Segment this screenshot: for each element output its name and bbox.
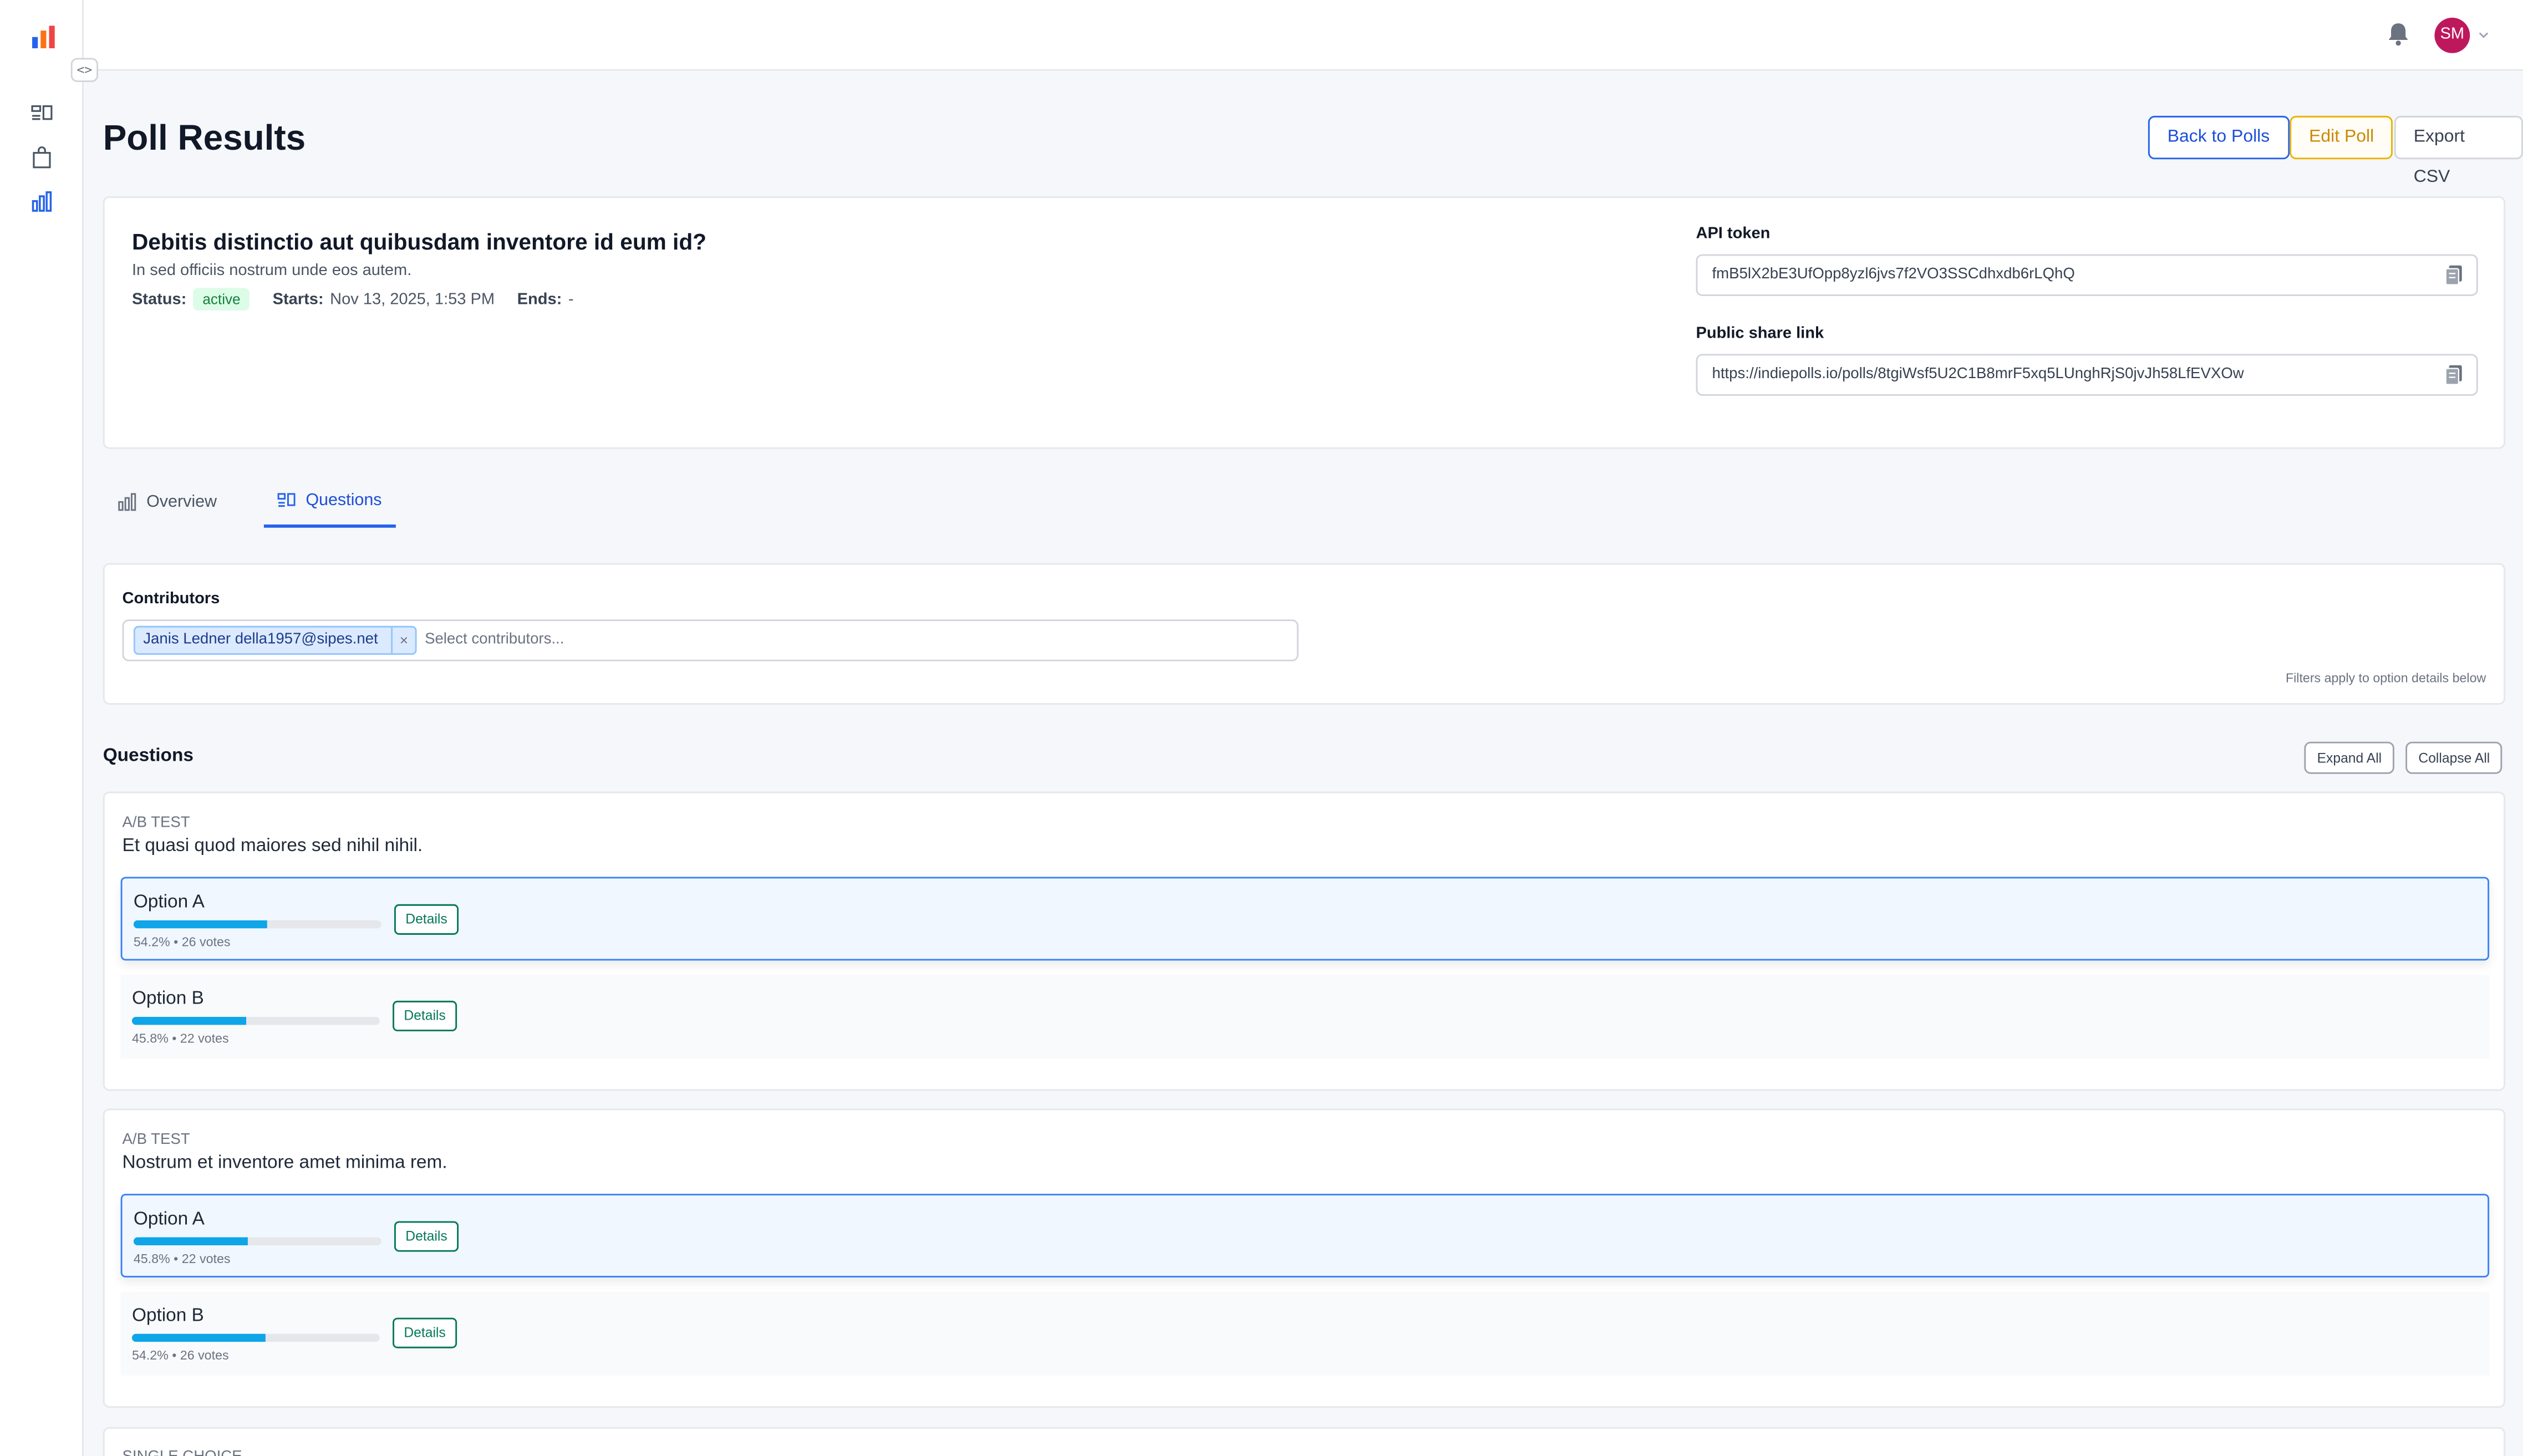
topbar: SM	[83, 0, 2523, 71]
tab-overview[interactable]: Overview	[105, 476, 230, 528]
question-text: Nostrum et inventore amet minima rem.	[122, 1153, 447, 1173]
api-token-field[interactable]: fmB5lX2bE3UfOpp8yzl6jvs7f2VO3SSCdhxdb6rL…	[1696, 254, 2478, 296]
collapse-all-button[interactable]: Collapse All	[2405, 741, 2503, 774]
contributors-card: Contributors Janis Ledner della1957@sipe…	[103, 563, 2506, 705]
option-stat: 54.2% • 26 votes	[133, 934, 231, 950]
chevron-down-icon[interactable]	[2478, 30, 2489, 40]
vote-bar	[131, 1333, 380, 1342]
expand-all-button[interactable]: Expand All	[2304, 741, 2395, 774]
contributor-chip: Janis Ledner della1957@sipes.net ×	[133, 625, 417, 655]
vote-bar-fill	[131, 1333, 267, 1342]
question-type: SINGLE CHOICE	[123, 1448, 242, 1456]
option-label: Option B	[131, 1306, 204, 1326]
poll-question: Debitis distinctio aut quibusdam invento…	[131, 228, 706, 254]
vote-bar-fill	[133, 920, 268, 929]
chart-icon[interactable]	[30, 190, 53, 212]
edit-poll-button[interactable]: Edit Poll	[2290, 115, 2394, 160]
contributors-label: Contributors	[122, 590, 220, 608]
poll-meta: Status: active Starts: Nov 13, 2025, 1:5…	[131, 288, 574, 311]
bell-icon[interactable]	[2386, 21, 2410, 47]
status-badge: active	[192, 288, 251, 311]
question-card: SINGLE CHOICE	[103, 1427, 2506, 1456]
questions-icon[interactable]	[30, 101, 53, 124]
option-row[interactable]: Option B 54.2% • 26 votes Details	[120, 1292, 2490, 1376]
question-card: A/B TEST Et quasi quod maiores sed nihil…	[103, 791, 2506, 1091]
starts-label: Starts:	[272, 290, 324, 308]
copy-icon[interactable]	[2444, 364, 2464, 386]
ends-value: -	[568, 290, 574, 308]
vote-bar	[131, 1016, 380, 1025]
ends-label: Ends:	[517, 290, 562, 308]
option-row[interactable]: Option B 45.8% • 22 votes Details	[120, 975, 2490, 1059]
details-button[interactable]: Details	[394, 904, 459, 935]
sidebar	[0, 0, 84, 1456]
filter-note: Filters apply to option details below	[2285, 671, 2486, 686]
page-title: Poll Results	[103, 117, 306, 158]
copy-icon[interactable]	[2444, 264, 2464, 287]
option-stat: 45.8% • 22 votes	[131, 1031, 229, 1046]
vote-bar	[133, 1237, 381, 1245]
chip-remove-button[interactable]: ×	[391, 627, 415, 654]
option-stat: 45.8% • 22 votes	[133, 1251, 231, 1266]
details-button[interactable]: Details	[394, 1221, 459, 1252]
option-label: Option A	[133, 893, 205, 913]
vote-bar-fill	[133, 1237, 247, 1245]
share-link-value: https://indiepolls.io/polls/8tgiWsf5U2C1…	[1712, 365, 2244, 383]
option-row[interactable]: Option A 54.2% • 26 votes Details	[120, 877, 2490, 961]
sidebar-toggle-button[interactable]: <>	[70, 58, 99, 82]
status-label: Status:	[131, 290, 187, 308]
vote-bar	[133, 920, 381, 929]
vote-bar-fill	[131, 1016, 246, 1025]
bar-chart-icon	[118, 493, 136, 511]
share-link-field[interactable]: https://indiepolls.io/polls/8tgiWsf5U2C1…	[1696, 354, 2478, 396]
contributors-placeholder: Select contributors...	[425, 630, 564, 649]
contributor-chip-label: Janis Ledner della1957@sipes.net	[143, 630, 378, 649]
export-csv-button[interactable]: Export CSV	[2394, 115, 2523, 187]
shopping-bag-icon[interactable]	[30, 146, 53, 169]
contributors-select[interactable]: Janis Ledner della1957@sipes.net × Selec…	[122, 619, 1299, 661]
option-label: Option B	[131, 989, 204, 1009]
question-text: Et quasi quod maiores sed nihil nihil.	[122, 836, 423, 856]
option-row[interactable]: Option A 45.8% • 22 votes Details	[120, 1194, 2490, 1278]
api-token-label: API token	[1696, 225, 1771, 243]
app-root: <> SM Poll Results Back to Polls Edit Po…	[0, 0, 2523, 1456]
questions-icon	[277, 493, 296, 507]
question-card: A/B TEST Nostrum et inventore amet minim…	[103, 1108, 2506, 1408]
avatar[interactable]: SM	[2434, 17, 2470, 53]
poll-info-card: Debitis distinctio aut quibusdam invento…	[103, 196, 2506, 449]
option-stat: 54.2% • 26 votes	[131, 1348, 229, 1363]
api-token-value: fmB5lX2bE3UfOpp8yzl6jvs7f2VO3SSCdhxdb6rL…	[1712, 265, 2075, 283]
questions-title: Questions	[103, 746, 194, 766]
starts-value: Nov 13, 2025, 1:53 PM	[330, 290, 495, 308]
question-type: A/B TEST	[122, 814, 190, 832]
tab-questions[interactable]: Questions	[263, 476, 396, 528]
tab-overview-label: Overview	[146, 492, 217, 512]
option-label: Option A	[133, 1210, 205, 1229]
tab-questions-label: Questions	[306, 491, 382, 510]
details-button[interactable]: Details	[393, 1000, 457, 1032]
logo-icon[interactable]	[30, 24, 56, 50]
details-button[interactable]: Details	[393, 1317, 457, 1348]
question-type: A/B TEST	[122, 1131, 190, 1149]
share-link-label: Public share link	[1696, 325, 1824, 343]
back-to-polls-button[interactable]: Back to Polls	[2148, 115, 2290, 160]
poll-description: In sed officiis nostrum unde eos autem.	[131, 262, 412, 280]
